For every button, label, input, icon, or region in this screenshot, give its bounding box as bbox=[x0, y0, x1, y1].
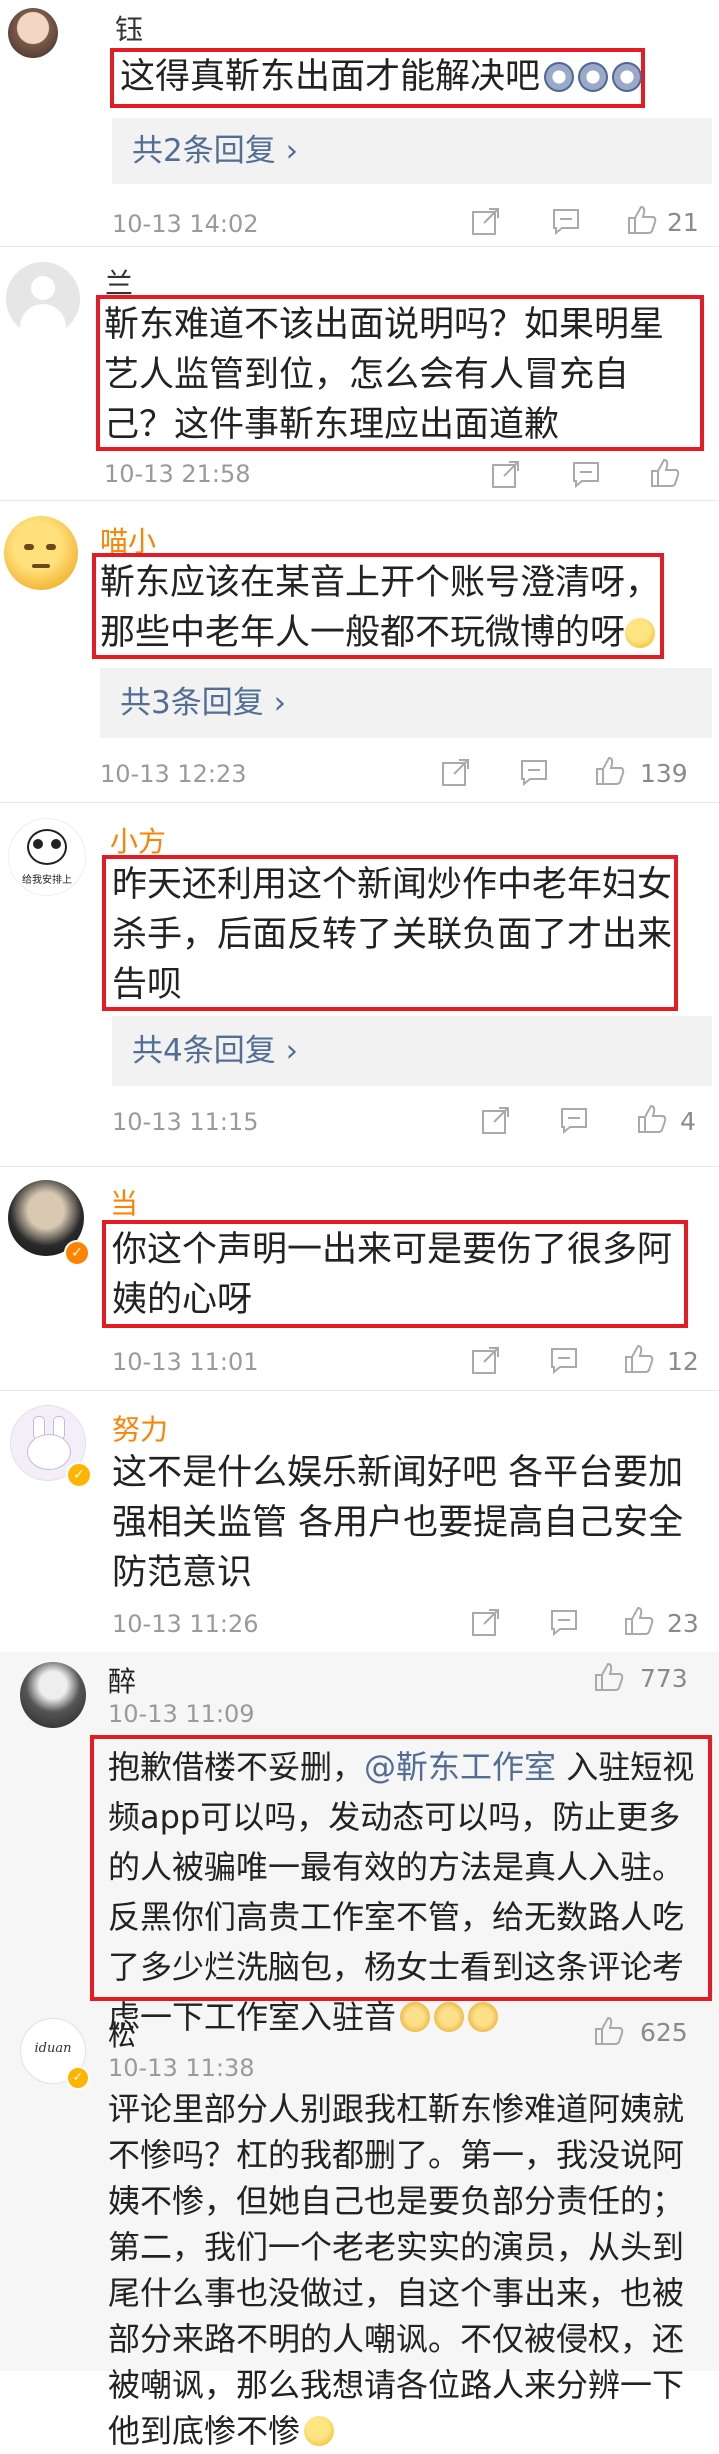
share-icon[interactable] bbox=[440, 756, 472, 788]
comment-text: 靳东难道不该出面说明吗？如果明星艺人监管到位，怎么会有人冒充自己？这件事靳东理应… bbox=[104, 305, 665, 445]
like-count: 23 bbox=[667, 1609, 699, 1638]
timestamp: 10-13 11:38 bbox=[108, 2054, 255, 2082]
comment-icon[interactable] bbox=[550, 205, 582, 237]
timestamp: 10-13 21:58 bbox=[104, 460, 251, 488]
like-count: 12 bbox=[667, 1347, 699, 1376]
comment-text-content: 靳东应该在某音上开个账号澄清呀，那些中老年人一般都不玩微博的呀 bbox=[100, 563, 661, 653]
username[interactable]: 松 bbox=[108, 2014, 136, 2054]
avatar[interactable] bbox=[20, 1662, 86, 1728]
divider bbox=[0, 500, 719, 501]
comment-icon[interactable] bbox=[570, 458, 602, 490]
mention-link[interactable]: @靳东工作室 bbox=[364, 1748, 556, 1786]
divider bbox=[0, 1166, 719, 1167]
share-icon[interactable] bbox=[490, 458, 522, 490]
username[interactable]: 醉 bbox=[108, 1660, 136, 1700]
verified-badge-icon: ✓ bbox=[64, 1240, 90, 1266]
comment-text: 抱歉借楼不妥删，@靳东工作室 入驻短视频app可以吗，发动态可以吗，防止更多的人… bbox=[108, 1742, 698, 2042]
emoji-icon bbox=[625, 618, 656, 648]
view-replies-link[interactable]: 共4条回复 › bbox=[112, 1016, 712, 1086]
like-icon[interactable] bbox=[625, 203, 659, 237]
emoji-icon bbox=[304, 2416, 335, 2446]
emoji-icon bbox=[434, 2002, 465, 2032]
comment-text-part: 音 bbox=[364, 1998, 397, 2036]
like-icon[interactable] bbox=[592, 1660, 626, 1694]
view-replies-link[interactable]: 共2条回复 › bbox=[112, 118, 712, 184]
comment-icon[interactable] bbox=[548, 1344, 580, 1376]
comment-text-content: 这得真靳东出面才能解决吧 bbox=[120, 57, 541, 97]
divider bbox=[0, 1390, 719, 1391]
comment-text-content: 评论里部分人别跟我杠靳东惨难道阿姨就不惨吗？杠的我都删了。第一，我没说阿姨不惨，… bbox=[108, 2090, 685, 2450]
timestamp: 10-13 11:26 bbox=[112, 1610, 259, 1638]
comment-text: 昨天还利用这个新闻炒作中老年妇女杀手，后面反转了关联负面了才出来告呗 bbox=[112, 865, 673, 1005]
comment-text-part: 入驻短视频app可以吗，发动态可以吗，防止更多的人被骗唯一最有效的方法是真人入驻… bbox=[108, 1748, 695, 2036]
like-icon[interactable] bbox=[593, 754, 627, 788]
username[interactable]: 钰 bbox=[115, 8, 143, 48]
avatar-caption: iduan bbox=[34, 2041, 72, 2056]
view-replies-link[interactable]: 共3条回复 › bbox=[100, 668, 712, 738]
comment-text: 你这个声明一出来可是要伤了很多阿姨的心呀 bbox=[112, 1230, 673, 1320]
like-icon[interactable] bbox=[622, 1342, 656, 1376]
comment-icon[interactable] bbox=[548, 1606, 580, 1638]
like-count: 4 bbox=[680, 1107, 696, 1136]
username[interactable]: 当 bbox=[110, 1182, 138, 1222]
username[interactable]: 小方 bbox=[110, 820, 166, 860]
avatar[interactable] bbox=[8, 8, 58, 58]
avatar-caption: 给我安排上 bbox=[22, 875, 72, 886]
comment-text: 这不是什么娱乐新闻好吧 各平台要加强相关监管 各用户也要提高自己安全防范意识 bbox=[112, 1453, 684, 1593]
avatar[interactable] bbox=[6, 262, 80, 336]
like-count: 21 bbox=[667, 208, 699, 237]
like-icon[interactable] bbox=[648, 456, 682, 490]
timestamp: 10-13 11:15 bbox=[112, 1108, 259, 1136]
timestamp: 10-13 11:09 bbox=[108, 1700, 255, 1728]
timestamp: 10-13 12:23 bbox=[100, 760, 247, 788]
share-icon[interactable] bbox=[470, 205, 502, 237]
like-count: 139 bbox=[640, 759, 688, 788]
timestamp: 10-13 14:02 bbox=[112, 210, 259, 238]
emoji-icon bbox=[400, 2002, 431, 2032]
comment-text-part: 抱歉借楼不妥删， bbox=[108, 1748, 365, 1786]
emoji-icon bbox=[578, 62, 609, 92]
emoji-icon bbox=[612, 62, 643, 92]
avatar[interactable]: 给我安排上 bbox=[8, 818, 86, 896]
share-icon[interactable] bbox=[470, 1344, 502, 1376]
verified-badge-icon: ✓ bbox=[66, 1462, 92, 1488]
timestamp: 10-13 11:01 bbox=[112, 1348, 259, 1376]
share-icon[interactable] bbox=[470, 1606, 502, 1638]
verified-badge-icon: ✓ bbox=[66, 2066, 90, 2090]
emoji-icon bbox=[544, 62, 575, 92]
comment-text: 评论里部分人别跟我杠靳东惨难道阿姨就不惨吗？杠的我都删了。第一，我没说阿姨不惨，… bbox=[108, 2086, 698, 2454]
comment-icon[interactable] bbox=[518, 756, 550, 788]
divider bbox=[0, 246, 719, 247]
like-icon[interactable] bbox=[622, 1604, 656, 1638]
comment-icon[interactable] bbox=[558, 1104, 590, 1136]
emoji-icon bbox=[468, 2002, 499, 2032]
comment-text: 这得真靳东出面才能解决吧 bbox=[120, 52, 643, 102]
divider bbox=[0, 802, 719, 803]
username[interactable]: 努力 bbox=[112, 1408, 168, 1448]
share-icon[interactable] bbox=[480, 1104, 512, 1136]
like-icon[interactable] bbox=[635, 1102, 669, 1136]
like-count: 625 bbox=[640, 2018, 688, 2047]
avatar[interactable] bbox=[4, 516, 78, 590]
like-count: 773 bbox=[640, 1664, 688, 1693]
comment-text: 靳东应该在某音上开个账号澄清呀，那些中老年人一般都不玩微博的呀 bbox=[100, 558, 660, 658]
like-icon[interactable] bbox=[592, 2014, 626, 2048]
